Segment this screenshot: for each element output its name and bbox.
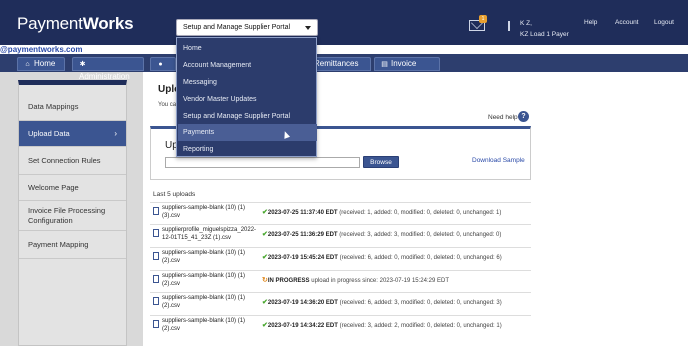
chevron-right-icon: › — [114, 129, 117, 138]
menu-item-reporting[interactable]: Reporting — [178, 141, 317, 158]
menu-item-vendor-master-updates[interactable]: Vendor Master Updates — [178, 91, 317, 108]
domain-bar — [0, 45, 688, 54]
upload-filename[interactable]: suppliers-sample-blank (10) (1) (2).csv — [162, 273, 245, 288]
file-icon — [153, 297, 159, 305]
filename-line: (2).csv — [162, 302, 180, 309]
sidebar-item-invoice-file-processing[interactable]: Invoice File Processing Configuration — [19, 201, 126, 231]
sidebar-item-upload-data[interactable]: Upload Data › — [19, 121, 126, 147]
file-input[interactable] — [165, 157, 360, 168]
app-logo[interactable]: PaymentWorks — [17, 14, 134, 34]
help-link[interactable]: Help — [584, 19, 597, 26]
account-link[interactable]: Account — [615, 19, 639, 26]
nav-tab-administration[interactable]: ✱Administration — [72, 57, 144, 81]
menu-item-supplier-portal[interactable]: Setup and Manage Supplier Portal — [178, 108, 317, 125]
sidebar: Data Mappings Upload Data › Set Connectio… — [18, 80, 127, 346]
nav-tab-supplier[interactable]: ●Su — [150, 57, 176, 81]
browse-button[interactable]: Browse — [363, 156, 399, 168]
user-icon — [508, 21, 514, 31]
home-icon: ⌂ — [25, 61, 30, 68]
filename-line: supplierprofile_miguelspizza_2022- — [162, 227, 257, 233]
upload-status-time: 2023-07-25 11:36:29 EDT — [267, 232, 338, 238]
chevron-down-icon — [305, 26, 311, 30]
filename-line: suppliers-sample-blank (10) (1) — [162, 205, 246, 211]
filename-line: 12-01T15_41_23Z (1).csv — [162, 234, 232, 241]
filename-line: suppliers-sample-blank (10) (1) — [162, 250, 246, 256]
upload-status: ✔2023-07-25 11:36:29 EDT (received: 3, a… — [262, 230, 501, 238]
user-icon: ● — [158, 61, 163, 68]
upload-status-detail: (received: 3, added: 2, modified: 0, del… — [339, 323, 502, 329]
page-subtitle: You ca — [158, 102, 177, 108]
file-icon — [153, 252, 159, 260]
filename-line: (2).csv — [162, 280, 180, 287]
file-icon — [153, 207, 159, 215]
menu-item-payments[interactable]: Payments — [178, 124, 317, 141]
portal-dropdown-menu: Home Account Management Messaging Vendor… — [176, 37, 317, 157]
filename-line: suppliers-sample-blank (10) (1) — [162, 273, 246, 279]
domain-label: @paymentworks.com — [0, 45, 83, 54]
filename-line: (3).csv — [162, 212, 180, 219]
upload-filename[interactable]: suppliers-sample-blank (10) (1) (2).csv — [162, 295, 245, 310]
upload-status: ✔2023-07-19 14:34:22 EDT (received: 3, a… — [262, 321, 502, 329]
sidebar-item-data-mappings[interactable]: Data Mappings — [19, 93, 126, 121]
upload-filename[interactable]: supplierprofile_miguelspizza_2022- 12-01T… — [162, 227, 256, 242]
menu-item-messaging[interactable]: Messaging — [178, 74, 317, 91]
upload-status-detail: (received: 1, added: 0, modified: 0, del… — [339, 210, 502, 216]
upload-status-detail: (received: 6, added: 3, modified: 0, del… — [339, 300, 502, 306]
upload-status-detail: (received: 6, added: 0, modified: 0, del… — [339, 255, 502, 261]
upload-status-time: 2023-07-25 11:37:40 EDT — [267, 210, 338, 216]
filename-line: (2).csv — [162, 325, 180, 332]
menu-item-account-management[interactable]: Account Management — [178, 57, 317, 74]
last-uploads-label: Last 5 uploads — [153, 191, 196, 198]
document-icon: ▤ — [381, 61, 388, 68]
upload-status: ↻IN PROGRESS upload in progress since: 2… — [262, 276, 449, 284]
filename-line: suppliers-sample-blank (10) (1) — [162, 295, 246, 301]
nav-tab-home[interactable]: ⌂ Home — [17, 57, 65, 71]
user-name: K Z, — [520, 20, 532, 27]
filename-line: suppliers-sample-blank (10) (1) — [162, 318, 246, 324]
upload-filename[interactable]: suppliers-sample-blank (10) (1) (2).csv — [162, 318, 245, 333]
nav-tab-invoice-files[interactable]: ▤Invoice Files — [374, 57, 440, 81]
upload-status: ✔2023-07-19 14:36:20 EDT (received: 6, a… — [262, 298, 502, 306]
sidebar-item-payment-mapping[interactable]: Payment Mapping — [19, 231, 126, 259]
upload-filename[interactable]: suppliers-sample-blank (10) (1) (3).csv — [162, 205, 245, 220]
need-help-label: Need help — [488, 114, 518, 121]
upload-status-detail: upload in progress since: 2023-07-19 15:… — [311, 278, 449, 284]
sidebar-item-welcome-page[interactable]: Welcome Page — [19, 175, 126, 201]
file-icon — [153, 275, 159, 283]
gear-icon: ✱ — [79, 61, 86, 68]
filename-line: (2).csv — [162, 257, 180, 264]
upload-status: ✔2023-07-19 15:45:24 EDT (received: 6, a… — [262, 253, 502, 261]
help-icon[interactable]: ? — [518, 111, 529, 122]
upload-status-time: 2023-07-19 14:36:20 EDT — [267, 300, 338, 306]
user-org: KZ Load 1 Payer — [520, 31, 569, 38]
file-icon — [153, 229, 159, 237]
upload-status-detail: (received: 3, added: 3, modified: 0, del… — [339, 232, 502, 238]
download-sample-link[interactable]: Download Sample — [472, 157, 525, 164]
upload-status-time: IN PROGRESS — [267, 278, 310, 284]
portal-select[interactable]: Setup and Manage Supplier Portal — [176, 19, 318, 36]
menu-item-home[interactable]: Home — [178, 40, 317, 57]
logout-link[interactable]: Logout — [654, 19, 674, 26]
mail-count-badge: 1 — [479, 15, 487, 23]
file-icon — [153, 320, 159, 328]
upload-status-time: 2023-07-19 14:34:22 EDT — [267, 323, 338, 329]
upload-status: ✔2023-07-25 11:37:40 EDT (received: 1, a… — [262, 208, 501, 216]
sidebar-item-set-connection-rules[interactable]: Set Connection Rules — [19, 147, 126, 175]
upload-filename[interactable]: suppliers-sample-blank (10) (1) (2).csv — [162, 250, 245, 265]
portal-select-value: Setup and Manage Supplier Portal — [183, 24, 291, 31]
upload-status-time: 2023-07-19 15:45:24 EDT — [267, 255, 338, 261]
